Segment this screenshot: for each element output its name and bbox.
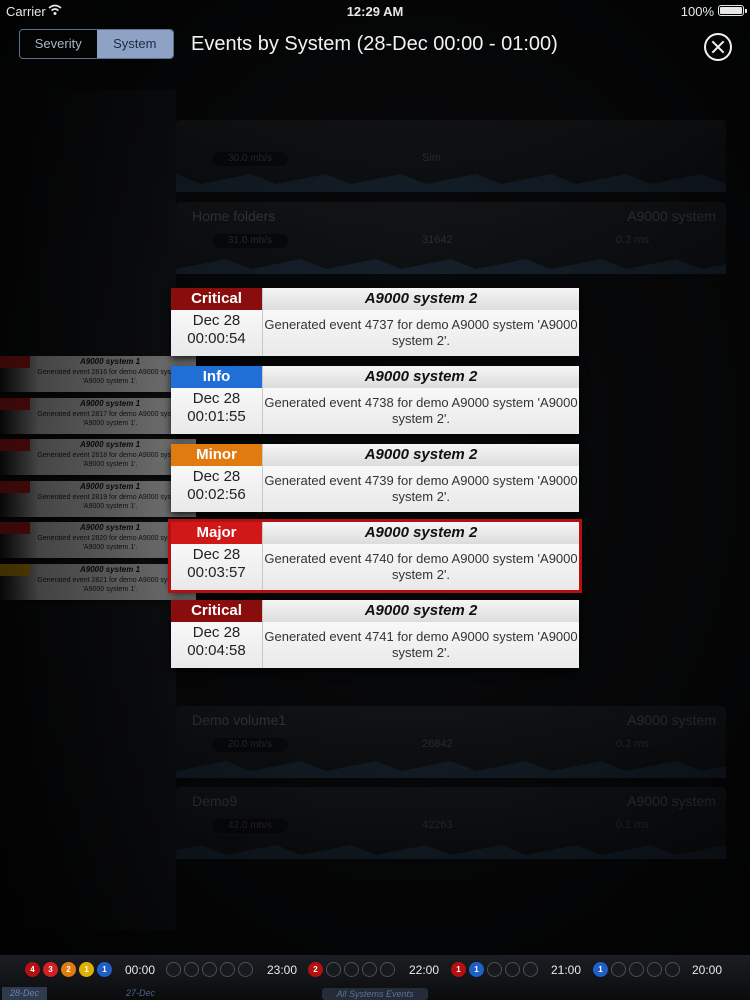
close-icon[interactable] <box>704 33 732 61</box>
clock: 12:29 AM <box>346 4 404 19</box>
event-description: Generated event 4737 for demo A9000 syst… <box>264 317 578 348</box>
event-date: Dec 28 <box>192 390 241 407</box>
event-description: Generated event 4738 for demo A9000 syst… <box>264 395 578 426</box>
event-description: Generated event 4740 for demo A9000 syst… <box>264 551 578 582</box>
page-title: Events by System (28-Dec 00:00 - 01:00) <box>191 33 558 55</box>
severity-badge: Critical <box>171 288 262 310</box>
status-bar: Carrier 12:29 AM 100% <box>0 0 750 22</box>
severity-badge: Info <box>171 366 262 388</box>
empty-count-slot <box>523 962 538 977</box>
event-time: 00:02:56 <box>187 486 246 503</box>
event-description: Generated event 4741 for demo A9000 syst… <box>264 629 578 660</box>
timeline-bar[interactable]: All Systems Events 4 3 2 1 1 00:00 23:00 2 22:00… <box>0 955 750 1000</box>
event-datetime: Dec 28 00:00:54 <box>171 312 262 348</box>
empty-count-slot <box>344 962 359 977</box>
empty-count-slot <box>238 962 253 977</box>
event-system: A9000 system 2 <box>263 522 579 544</box>
empty-count-slot <box>184 962 199 977</box>
all-systems-events-button[interactable]: All Systems Events <box>322 988 428 1000</box>
timeline-hour-label: 23:00 <box>267 963 298 977</box>
empty-count-slot <box>362 962 377 977</box>
event-datetime: Dec 28 00:04:58 <box>171 624 262 660</box>
empty-count-slot <box>202 962 217 977</box>
severity-badge: Major <box>171 522 262 544</box>
battery-percent: 100% <box>680 4 714 19</box>
severity-badge: Minor <box>171 444 262 466</box>
event-date: Dec 28 <box>192 468 241 485</box>
event-count-badge[interactable]: 1 <box>469 962 484 977</box>
event-card[interactable]: Minor Dec 28 00:02:56 A9000 system 2 Generat… <box>171 444 579 512</box>
event-count-badge[interactable]: 1 <box>79 962 94 977</box>
empty-count-slot <box>220 962 235 977</box>
timeline-date-tab[interactable]: 28-Dec <box>2 987 48 1000</box>
event-date: Dec 28 <box>192 624 241 641</box>
event-count-badge[interactable]: 2 <box>61 962 76 977</box>
empty-count-slot <box>326 962 341 977</box>
timeline-hour-label: 21:00 <box>551 963 582 977</box>
event-system: A9000 system 2 <box>263 600 579 622</box>
event-card[interactable]: Critical Dec 28 00:04:58 A9000 system 2 Gene… <box>171 600 579 668</box>
event-card[interactable]: Critical Dec 28 00:00:54 A9000 system 2 Gene… <box>171 288 579 356</box>
empty-count-slot <box>629 962 644 977</box>
event-count-badge[interactable]: 1 <box>593 962 608 977</box>
event-datetime: Dec 28 00:03:57 <box>171 546 262 582</box>
timeline-hour-label: 22:00 <box>409 963 440 977</box>
event-card[interactable]: Info Dec 28 00:01:55 A9000 system 2 Generate… <box>171 366 579 434</box>
event-time: 00:03:57 <box>187 564 246 581</box>
event-system: A9000 system 2 <box>263 366 579 388</box>
event-date: Dec 28 <box>192 546 241 563</box>
empty-count-slot <box>647 962 662 977</box>
timeline-hour-label: 20:00 <box>692 963 723 977</box>
event-datetime: Dec 28 00:02:56 <box>171 468 262 504</box>
event-count-badge[interactable]: 1 <box>451 962 466 977</box>
empty-count-slot <box>665 962 680 977</box>
empty-count-slot <box>166 962 181 977</box>
event-count-badge[interactable]: 4 <box>25 962 40 977</box>
tab-severity[interactable]: Severity <box>20 30 97 58</box>
timeline-hour-label: 00:00 <box>125 963 156 977</box>
view-mode-segmented-control[interactable]: Severity System <box>19 29 174 59</box>
empty-count-slot <box>505 962 520 977</box>
event-time: 00:00:54 <box>187 330 246 347</box>
event-description: Generated event 4739 for demo A9000 syst… <box>264 473 578 504</box>
event-count-badge[interactable]: 2 <box>308 962 323 977</box>
empty-count-slot <box>380 962 395 977</box>
event-system: A9000 system 2 <box>263 444 579 466</box>
event-time: 00:04:58 <box>187 642 246 659</box>
event-date: Dec 28 <box>192 312 241 329</box>
event-count-badge[interactable]: 3 <box>43 962 58 977</box>
event-system: A9000 system 2 <box>263 288 579 310</box>
event-card[interactable]: Major Dec 28 00:03:57 A9000 system 2 Generat… <box>168 519 582 593</box>
tab-system[interactable]: System <box>96 30 173 58</box>
event-count-badge[interactable]: 1 <box>97 962 112 977</box>
empty-count-slot <box>611 962 626 977</box>
severity-badge: Critical <box>171 600 262 622</box>
event-datetime: Dec 28 00:01:55 <box>171 390 262 426</box>
timeline-date-tab[interactable]: 27-Dec <box>126 987 155 1000</box>
event-time: 00:01:55 <box>187 408 246 425</box>
battery-icon <box>718 5 747 16</box>
empty-count-slot <box>487 962 502 977</box>
